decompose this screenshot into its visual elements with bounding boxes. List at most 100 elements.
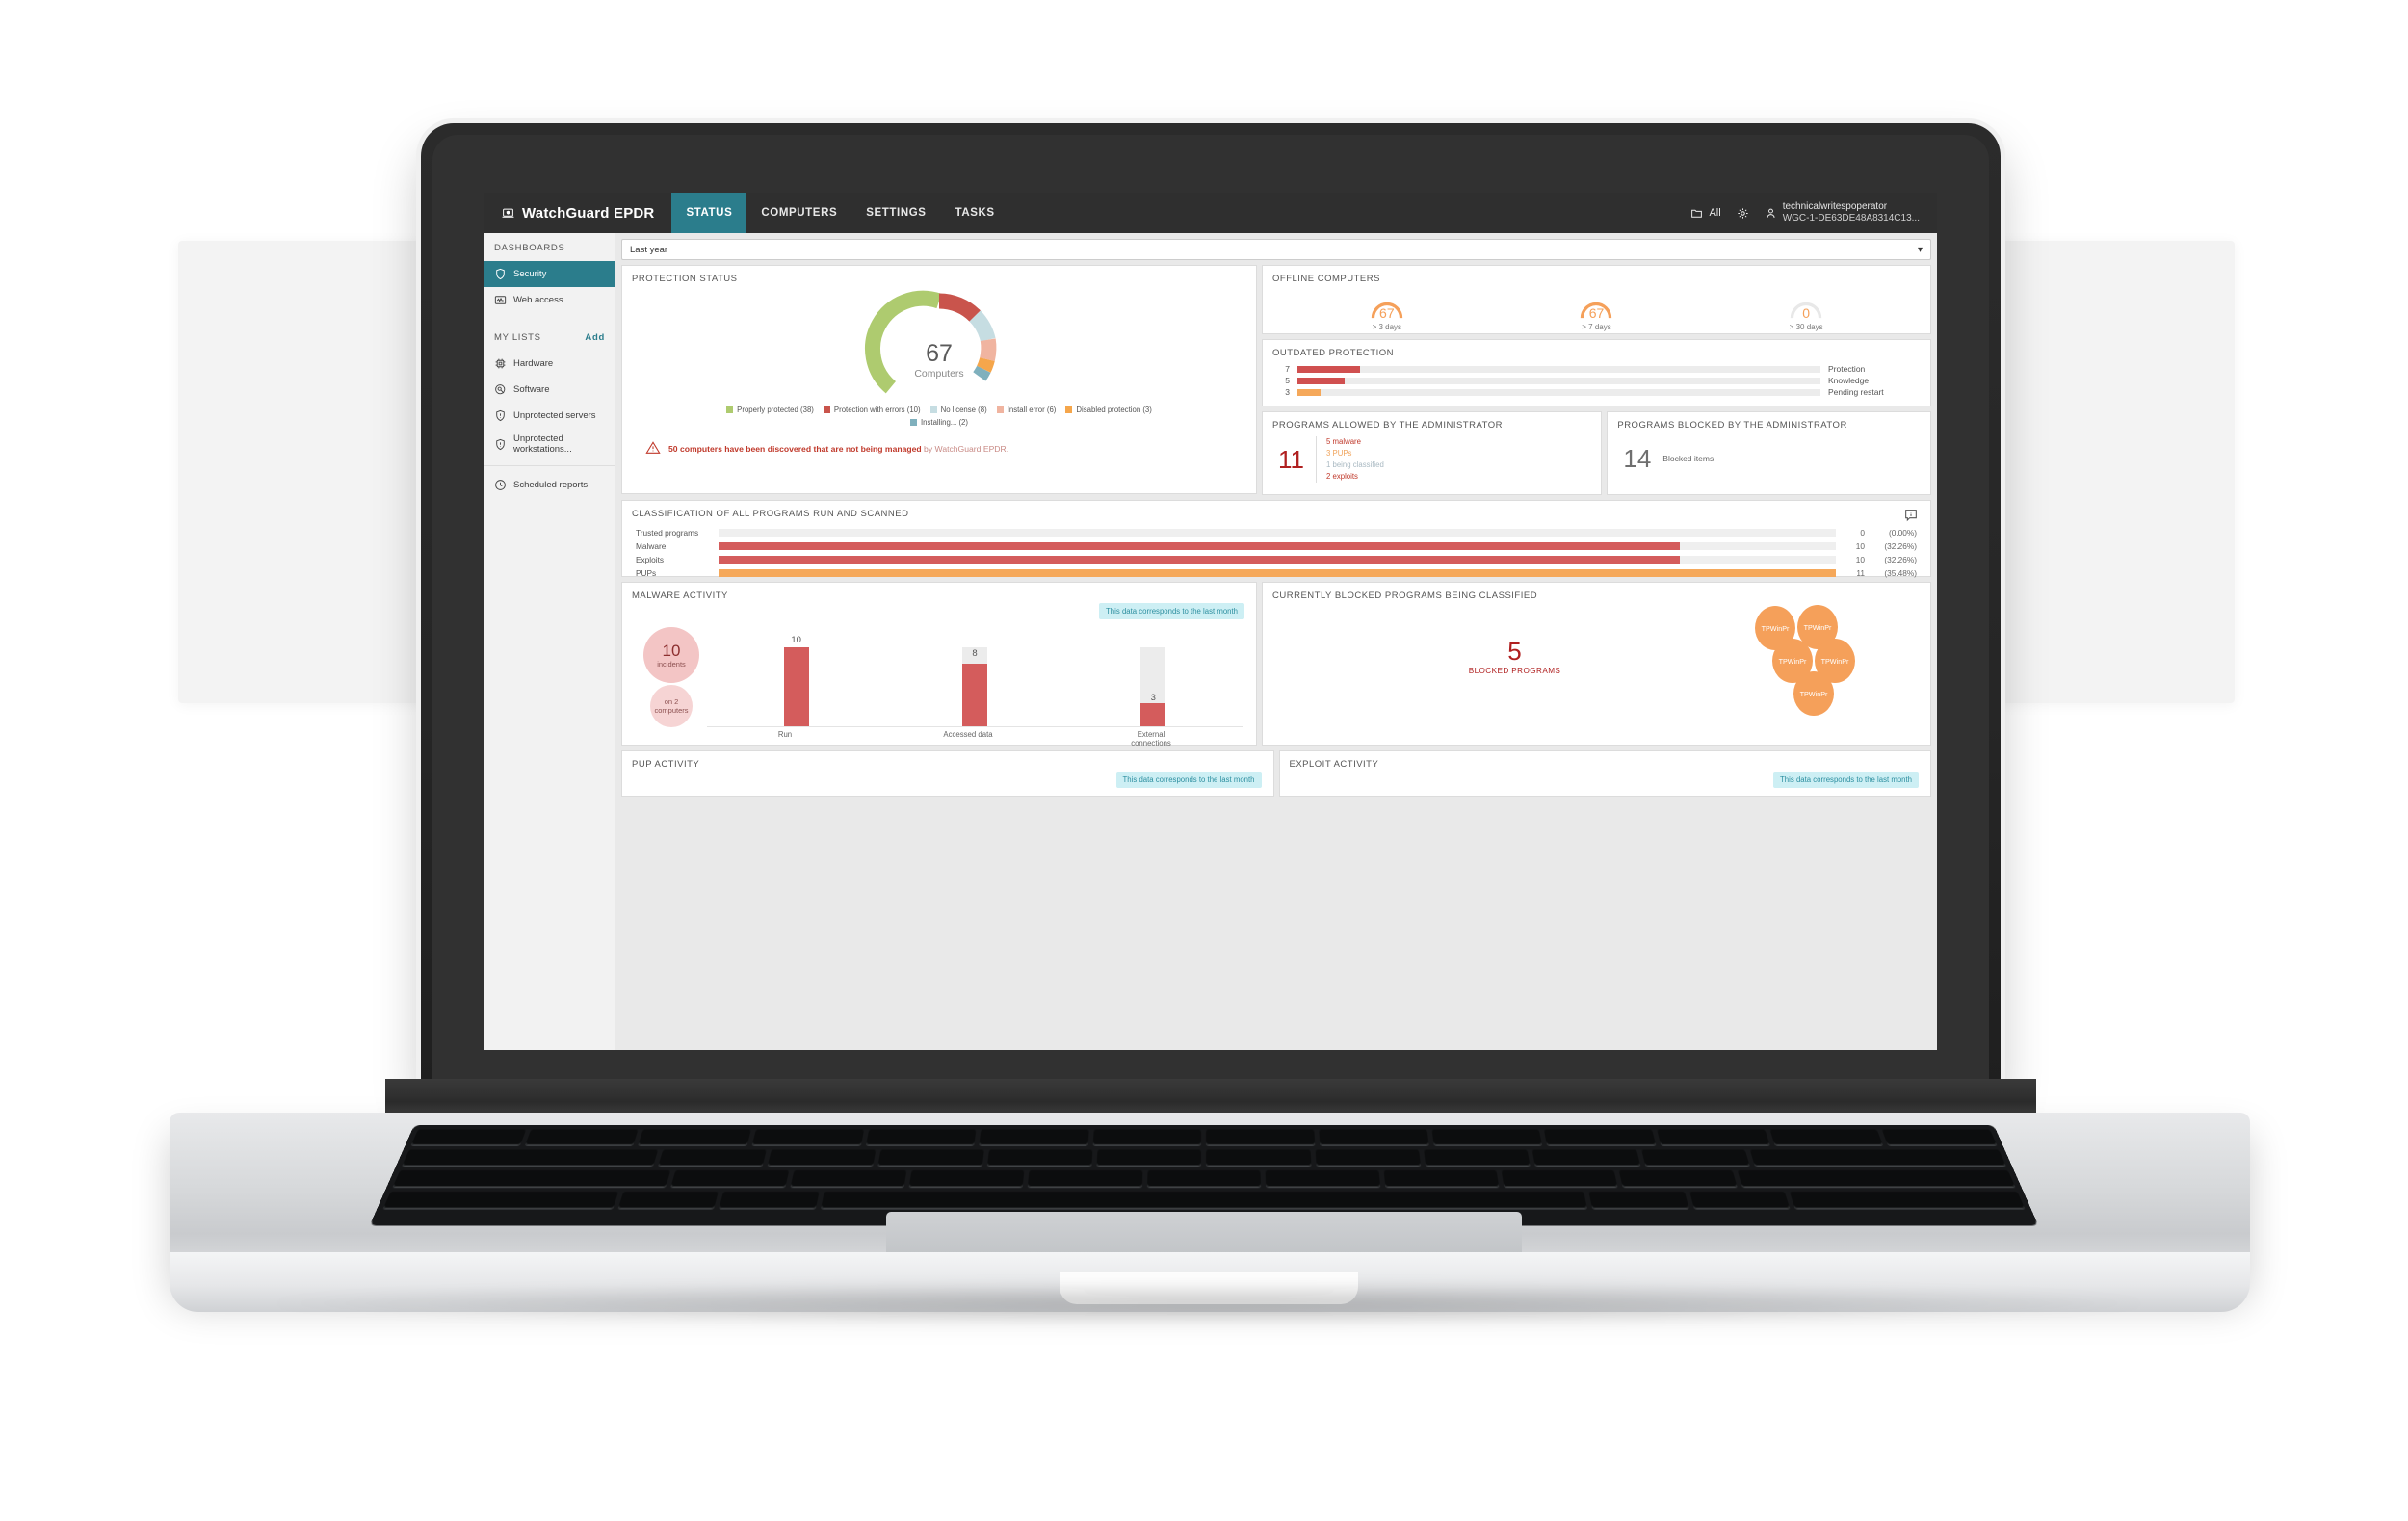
- chevron-down-icon: ▾: [1917, 244, 1923, 255]
- legend-swatch: [910, 419, 918, 426]
- unmanaged-computers-warning[interactable]: 50 computers have been discovered that a…: [622, 427, 1256, 458]
- time-range-select[interactable]: Last year ▾: [621, 239, 1931, 260]
- protection-donut-chart: 67 Computers: [622, 286, 1256, 402]
- panel-title: OUTDATED PROTECTION: [1272, 348, 1394, 358]
- key: [1789, 1191, 2026, 1209]
- shield-alert-icon: [494, 438, 507, 451]
- classification-row[interactable]: Malware 10 (32.26%): [622, 539, 1930, 553]
- panel-title: OFFLINE COMPUTERS: [1272, 274, 1380, 284]
- classification-row[interactable]: Trusted programs 0 (0.00%): [622, 526, 1930, 539]
- breakdown-item[interactable]: 5 malware: [1326, 436, 1384, 448]
- programs-blocked-body: 14 Blocked items: [1608, 433, 1930, 483]
- sidebar-item-scheduled-reports[interactable]: Scheduled reports: [484, 472, 615, 498]
- key: [670, 1170, 790, 1188]
- user-account-button[interactable]: technicalwritespoperator WGC-1-DE63DE48A…: [1765, 201, 1920, 225]
- classification-percent: (35.48%): [1884, 568, 1917, 579]
- donut-center-label: 67 Computers: [622, 342, 1256, 380]
- classification-percent: (32.26%): [1884, 555, 1917, 565]
- legend-item[interactable]: Install error (6): [996, 406, 1057, 414]
- sidebar-item-security[interactable]: Security: [484, 261, 615, 287]
- add-list-button[interactable]: Add: [585, 332, 605, 343]
- key: [1092, 1129, 1202, 1145]
- bar-value: 3: [1150, 692, 1156, 703]
- legend-label: No license (8): [940, 406, 987, 414]
- outdated-row[interactable]: 3 Pending restart: [1263, 386, 1930, 398]
- gauge-7-days[interactable]: 67 > 7 days: [1575, 290, 1617, 331]
- classification-value: 11: [1856, 568, 1865, 579]
- application-screen: WatchGuard EPDR STATUS COMPUTERS SETTING…: [484, 193, 1937, 1050]
- info-bubble-icon[interactable]: [1903, 508, 1919, 528]
- top-navigation-bar: WatchGuard EPDR STATUS COMPUTERS SETTING…: [484, 193, 1937, 233]
- outdated-row[interactable]: 7 Protection: [1263, 363, 1930, 375]
- classification-percent: (0.00%): [1888, 528, 1917, 538]
- top-right-controls: All technicalwritespoperator WGC-1-DE63D…: [1690, 193, 1937, 233]
- bar-column-accessed-data[interactable]: 8: [946, 622, 1004, 727]
- computers-bubble[interactable]: on 2 computers: [650, 685, 693, 728]
- keyboard-row: [378, 1191, 2031, 1209]
- malware-bars: 10 8 3: [707, 622, 1243, 728]
- key: [790, 1170, 907, 1188]
- sidebar-item-unprotected-servers[interactable]: Unprotected servers: [484, 403, 615, 429]
- malware-period-badge: This data corresponds to the last month: [1099, 603, 1244, 620]
- legend-item[interactable]: Properly protected (38): [726, 406, 814, 414]
- outdated-count: 3: [1285, 387, 1290, 397]
- panel-title: PUP ACTIVITY: [632, 759, 700, 771]
- classification-fill: [719, 542, 1680, 551]
- classification-percent: (32.26%): [1884, 541, 1917, 552]
- outdated-label: Knowledge: [1828, 376, 1870, 385]
- legend-swatch: [823, 406, 830, 413]
- nav-item-status[interactable]: STATUS: [671, 193, 747, 233]
- main-nav: STATUS COMPUTERS SETTINGS TASKS: [671, 193, 1008, 233]
- sidebar-item-web-access[interactable]: Web access: [484, 287, 615, 313]
- computers-line-2: computers: [654, 706, 689, 716]
- time-range-value: Last year: [630, 244, 668, 255]
- classification-label: Malware: [636, 541, 667, 552]
- key: [1501, 1170, 1618, 1188]
- keyboard-row: [386, 1170, 2021, 1188]
- gauge-30-days[interactable]: 0 > 30 days: [1785, 290, 1827, 331]
- sidebar-item-label: Unprotected servers: [513, 410, 596, 421]
- legend-label: Install error (6): [1007, 406, 1057, 414]
- laptop-mockup: WatchGuard EPDR STATUS COMPUTERS SETTING…: [0, 0, 2408, 1521]
- breakdown-item[interactable]: 2 exploits: [1326, 471, 1384, 483]
- breakdown-item[interactable]: 1 being classified: [1326, 459, 1384, 471]
- legend-label: Disabled protection (3): [1076, 406, 1152, 414]
- classification-row[interactable]: Exploits 10 (32.26%): [622, 553, 1930, 566]
- nav-item-settings[interactable]: SETTINGS: [851, 193, 940, 233]
- nav-item-computers[interactable]: COMPUTERS: [746, 193, 851, 233]
- outdated-row[interactable]: 5 Knowledge: [1263, 375, 1930, 386]
- key: [392, 1170, 671, 1188]
- sidebar-item-software[interactable]: Software: [484, 377, 615, 403]
- key: [1640, 1149, 1750, 1167]
- bar-stack: [783, 647, 809, 727]
- classification-track: [719, 542, 1836, 551]
- legend-item[interactable]: No license (8): [929, 406, 987, 414]
- legend-item[interactable]: Protection with errors (10): [823, 406, 921, 414]
- legend-label: Properly protected (38): [737, 406, 814, 414]
- classification-row[interactable]: PUPs 11 (35.48%): [622, 566, 1930, 580]
- sidebar-item-hardware[interactable]: Hardware: [484, 351, 615, 377]
- classification-value: 10: [1855, 541, 1865, 552]
- folder-filter-button[interactable]: All: [1690, 207, 1721, 220]
- user-icon: [1765, 207, 1777, 220]
- sidebar-item-unprotected-workstations[interactable]: Unprotected workstations...: [484, 429, 615, 459]
- key: [908, 1170, 1025, 1188]
- bar-column-external-connections[interactable]: 3: [1124, 622, 1182, 727]
- blocked-bubble[interactable]: TPWinPr: [1793, 671, 1834, 717]
- breakdown-item[interactable]: 3 PUPs: [1326, 448, 1384, 459]
- legend-item[interactable]: Disabled protection (3): [1065, 406, 1152, 414]
- legend-label: Installing... (2): [921, 418, 968, 427]
- incidents-bubble[interactable]: 10 incidents: [643, 627, 699, 684]
- brand-area: WatchGuard EPDR: [484, 193, 671, 233]
- dashboard-row-1: PROTECTION STATUS 67 Computers Properly …: [621, 265, 1931, 496]
- legend-item[interactable]: Installing... (2): [640, 418, 1239, 427]
- sidebar-mylists-label: MY LISTS: [494, 332, 541, 343]
- warning-triangle-icon: [645, 440, 661, 458]
- gauge-3-days[interactable]: 67 > 3 days: [1366, 290, 1408, 331]
- nav-item-tasks[interactable]: TASKS: [941, 193, 1009, 233]
- key: [524, 1129, 639, 1145]
- sidebar-item-label: Hardware: [513, 358, 554, 369]
- gear-icon[interactable]: [1737, 207, 1749, 220]
- sidebar-header-dashboards: DASHBOARDS: [494, 243, 565, 253]
- bar-column-run[interactable]: 10: [768, 622, 825, 727]
